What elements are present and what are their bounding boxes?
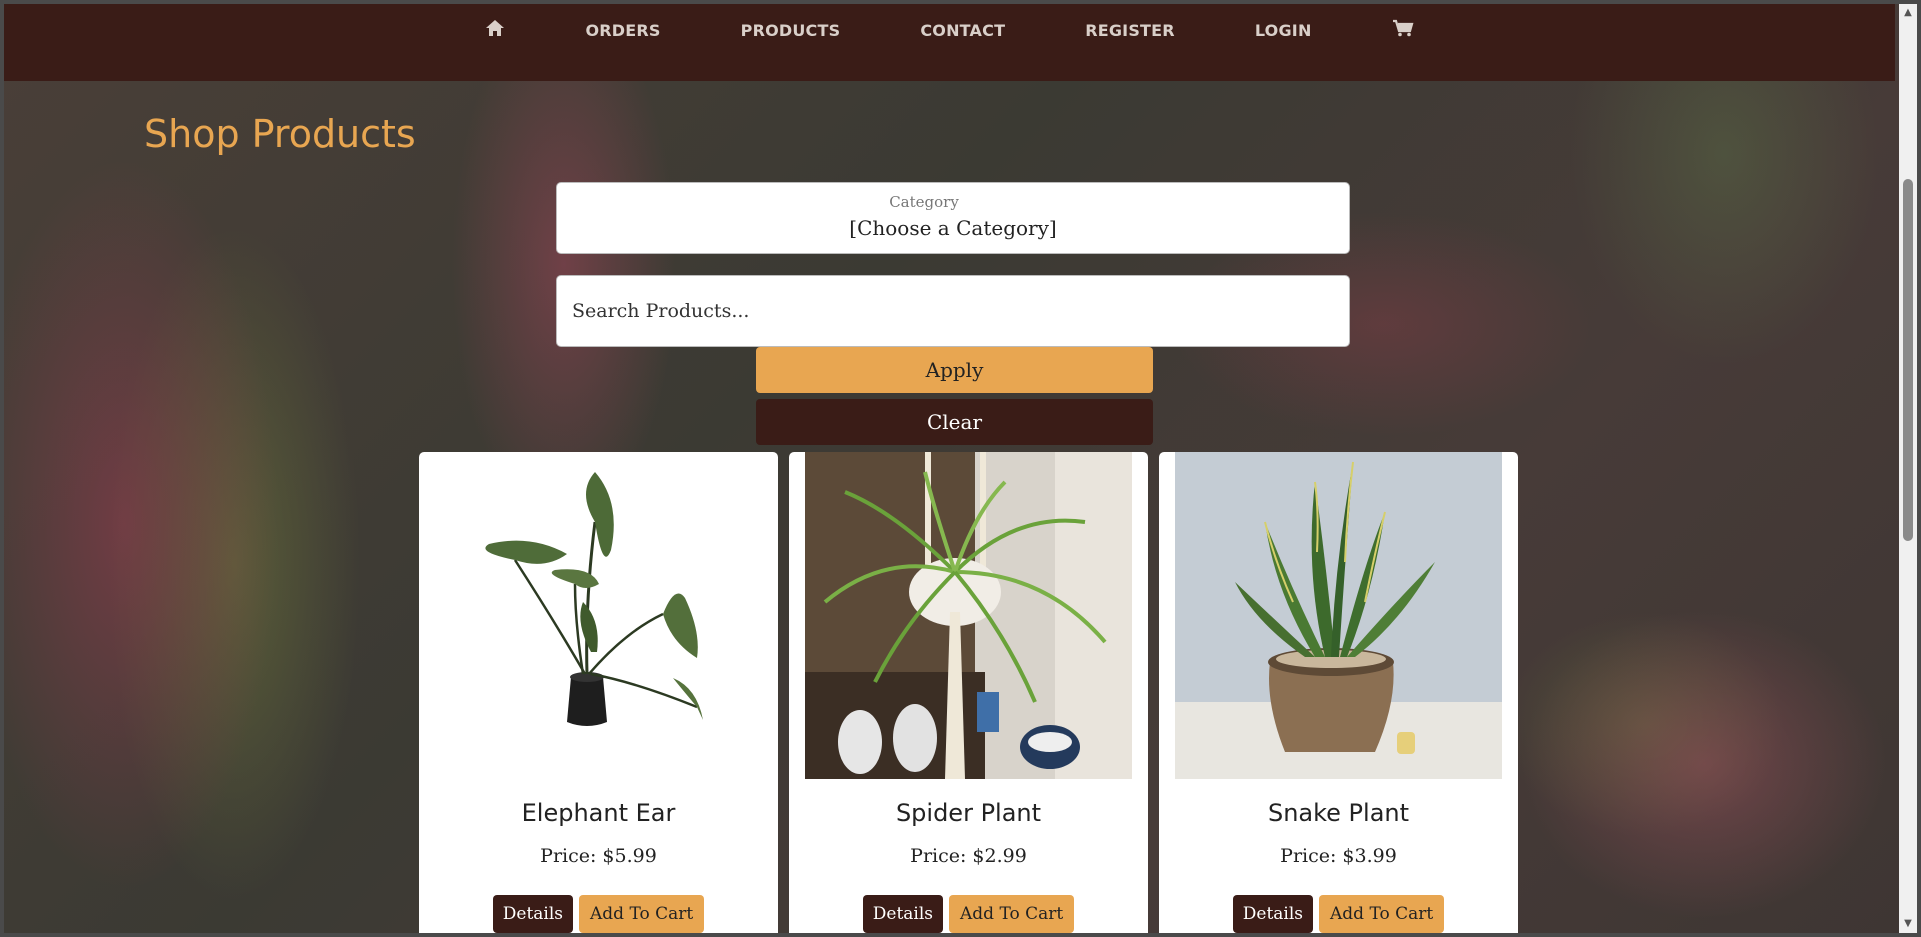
- add-to-cart-button[interactable]: Add To Cart: [1319, 895, 1445, 933]
- navbar: ORDERS PRODUCTS CONTACT REGISTER LOGIN: [4, 4, 1895, 81]
- page-background: ORDERS PRODUCTS CONTACT REGISTER LOGIN S…: [0, 0, 1921, 937]
- category-label: Category: [889, 193, 959, 211]
- product-image[interactable]: [805, 452, 1132, 779]
- nav-contact[interactable]: CONTACT: [920, 21, 1005, 40]
- product-card: Snake Plant Price: $3.99 Details Add To …: [1159, 452, 1518, 933]
- product-name: Elephant Ear: [521, 799, 676, 827]
- nav-products[interactable]: PRODUCTS: [741, 21, 841, 40]
- cart-icon[interactable]: [1392, 18, 1414, 42]
- category-select[interactable]: Category [Choose a Category]: [556, 182, 1350, 254]
- product-actions: Details Add To Cart: [419, 895, 778, 933]
- product-price: Price: $3.99: [1280, 845, 1397, 867]
- product-price: Price: $5.99: [540, 845, 657, 867]
- page-title: Shop Products: [144, 112, 416, 156]
- category-value: [Choose a Category]: [849, 216, 1057, 240]
- product-name: Snake Plant: [1267, 799, 1410, 827]
- details-button[interactable]: Details: [862, 895, 944, 933]
- details-button[interactable]: Details: [492, 895, 574, 933]
- nav-login[interactable]: LOGIN: [1255, 21, 1312, 40]
- nav-register[interactable]: REGISTER: [1085, 21, 1175, 40]
- product-image[interactable]: [435, 452, 762, 779]
- add-to-cart-button[interactable]: Add To Cart: [949, 895, 1075, 933]
- product-actions: Details Add To Cart: [1159, 895, 1518, 933]
- scrollbar-thumb[interactable]: [1903, 179, 1913, 541]
- product-card: Spider Plant Price: $2.99 Details Add To…: [789, 452, 1148, 933]
- product-name: Spider Plant: [895, 799, 1042, 827]
- search-input[interactable]: [556, 275, 1350, 347]
- product-price: Price: $2.99: [910, 845, 1027, 867]
- home-icon[interactable]: [485, 18, 505, 42]
- nav-orders[interactable]: ORDERS: [585, 21, 660, 40]
- details-button[interactable]: Details: [1232, 895, 1314, 933]
- scrollbar[interactable]: ▲ ▼: [1899, 4, 1917, 933]
- add-to-cart-button[interactable]: Add To Cart: [579, 895, 705, 933]
- product-actions: Details Add To Cart: [789, 895, 1148, 933]
- scroll-up-arrow-icon[interactable]: ▲: [1899, 4, 1917, 22]
- clear-button[interactable]: Clear: [756, 399, 1153, 445]
- product-card: Elephant Ear Price: $5.99 Details Add To…: [419, 452, 778, 933]
- scroll-down-arrow-icon[interactable]: ▼: [1899, 915, 1917, 933]
- nav-menu: ORDERS PRODUCTS CONTACT REGISTER LOGIN: [445, 4, 1453, 42]
- apply-button[interactable]: Apply: [756, 347, 1153, 393]
- product-image[interactable]: [1175, 452, 1502, 779]
